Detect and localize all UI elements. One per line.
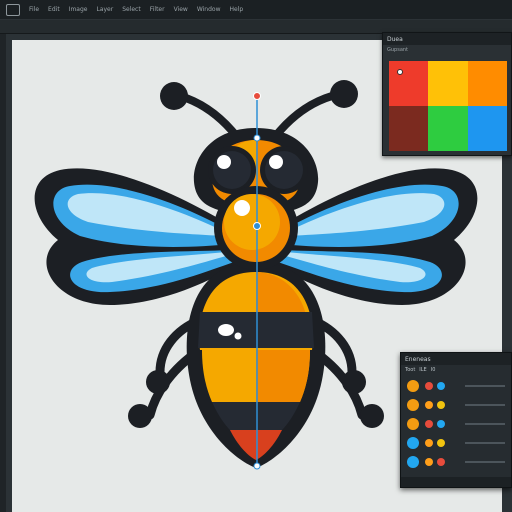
guide-handle-bottom (253, 462, 261, 470)
layer-opacity-bar (465, 423, 505, 425)
layer-color-dot-a (407, 437, 419, 449)
swatch-brown[interactable] (389, 106, 429, 151)
layer-color-dot-c (437, 439, 445, 447)
layer-row[interactable] (407, 417, 507, 431)
layer-row[interactable] (407, 379, 507, 393)
abdomen (186, 262, 326, 468)
leg-foot (146, 370, 170, 394)
layers-tab-2[interactable]: ILE (419, 367, 426, 373)
swatches-panel: Duea Gupsant (382, 32, 512, 156)
layers-panel: Eneneas Toot ILE I0 (400, 352, 512, 488)
swatch-orange[interactable] (467, 61, 507, 106)
layer-color-dot-c (437, 401, 445, 409)
guide-handle-mid (253, 134, 261, 142)
guide-handle-top (253, 92, 261, 100)
antenna-tip-left (160, 82, 188, 110)
layer-color-dot-c (437, 382, 445, 390)
layer-opacity-bar (465, 461, 505, 463)
layer-row[interactable] (407, 436, 507, 450)
layer-color-dot-b (425, 420, 433, 428)
swatch-red[interactable] (389, 61, 429, 106)
layer-opacity-bar (465, 442, 505, 444)
layers-tab-3[interactable]: I0 (431, 367, 436, 373)
abdomen-highlight (218, 324, 234, 336)
layer-row[interactable] (407, 455, 507, 469)
antenna-tip-right (330, 80, 358, 108)
layer-color-dot-a (407, 399, 419, 411)
layer-color-dot-b (425, 401, 433, 409)
swatch-yellow[interactable] (428, 61, 468, 106)
layer-color-dot-a (407, 380, 419, 392)
layer-color-dot-b (425, 439, 433, 447)
swatches-subtitle: Gupsant (387, 47, 409, 53)
layer-color-dot-c (437, 458, 445, 466)
layer-color-dot-b (425, 382, 433, 390)
swatch-green[interactable] (428, 106, 468, 151)
layer-color-dot-b (425, 458, 433, 466)
guide-handle-center (253, 222, 261, 230)
leg-foot (360, 404, 384, 428)
swatch-grid (389, 61, 507, 151)
swatch-blue[interactable] (467, 106, 507, 151)
leg-foot (342, 370, 366, 394)
swatch-selection-marker (397, 69, 403, 75)
layer-color-dot-a (407, 418, 419, 430)
layers-tabs: Toot ILE I0 (401, 365, 511, 375)
layer-color-dot-a (407, 456, 419, 468)
swatches-panel-header[interactable]: Duea (383, 33, 511, 45)
layers-panel-title: Eneneas (405, 355, 431, 363)
swatches-panel-title: Duea (387, 35, 403, 43)
leg-foot (128, 404, 152, 428)
layers-footer (401, 477, 511, 487)
swatches-subheader: Gupsant (383, 45, 511, 55)
layers-panel-header[interactable]: Eneneas (401, 353, 511, 365)
layer-opacity-bar (465, 404, 505, 406)
layers-tab-1[interactable]: Toot (405, 367, 415, 373)
layer-opacity-bar (465, 385, 505, 387)
layer-color-dot-c (437, 420, 445, 428)
layer-row[interactable] (407, 398, 507, 412)
